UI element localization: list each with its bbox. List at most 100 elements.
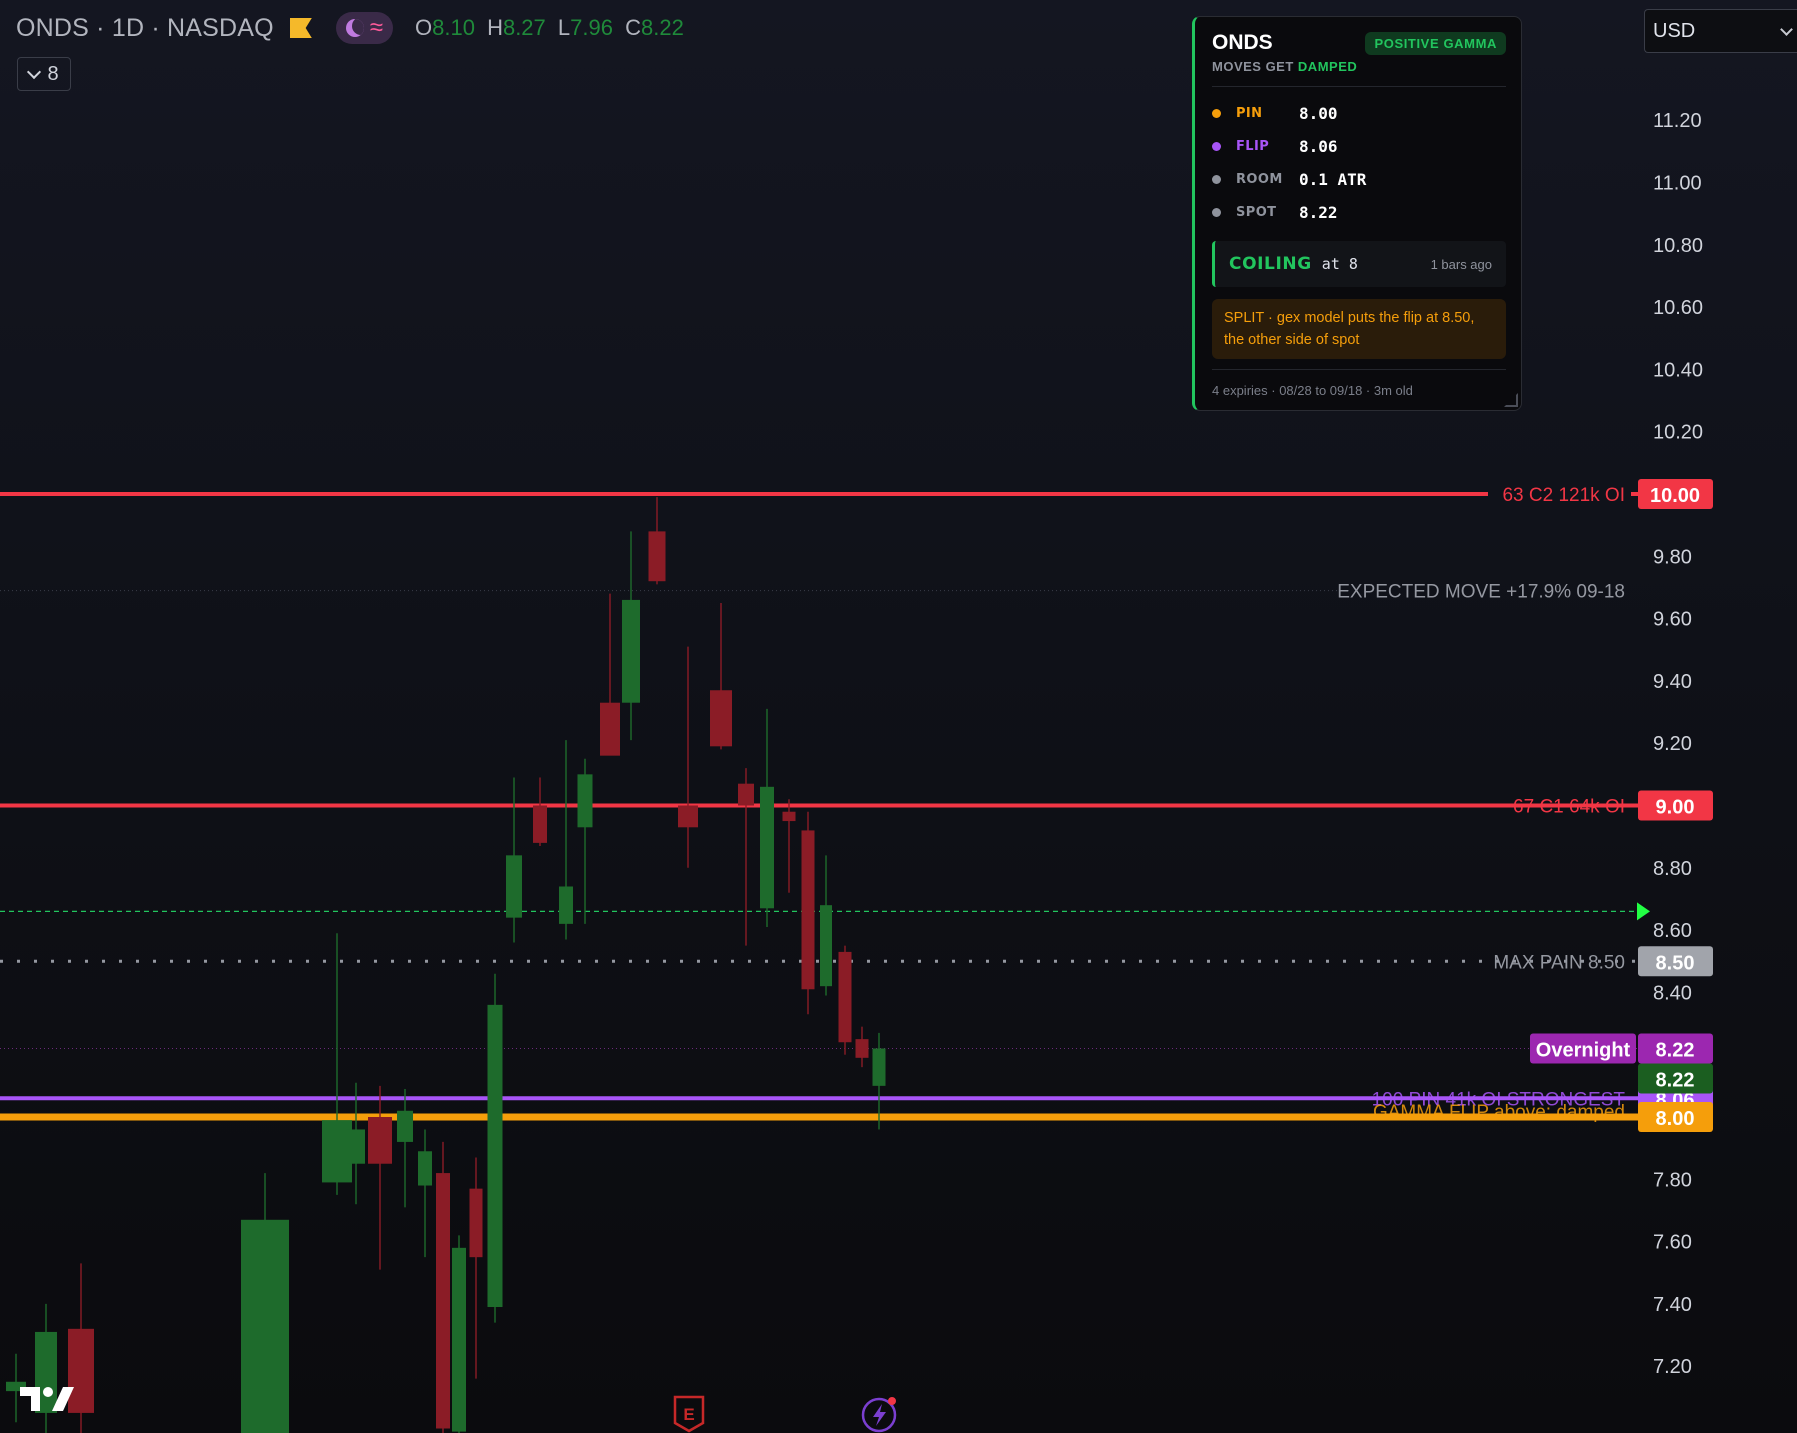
candles-layer [6, 497, 886, 1433]
y-tick-label: 11.20 [1653, 110, 1702, 132]
candle-body [622, 599, 640, 703]
split-note: SPLIT · gex model puts the flip at 8.50,… [1212, 299, 1506, 359]
y-tick-label: 9.60 [1653, 609, 1692, 631]
candle-body [469, 1188, 483, 1258]
y-tick-label: 9.40 [1653, 671, 1692, 693]
expected-move-label: EXPECTED MOVE +17.9% 09-18 [1337, 582, 1625, 603]
candle-body [487, 1004, 503, 1308]
gamma-badge: POSITIVE GAMMA [1365, 31, 1506, 55]
room-dot-icon [1212, 175, 1221, 184]
candle-body [782, 811, 796, 822]
coil-ago: 1 bars ago [1430, 256, 1492, 272]
y-tick-label: 7.80 [1653, 1169, 1692, 1191]
price-tag-label: 9.00 [1656, 797, 1695, 819]
candle-body [710, 690, 732, 747]
candle-body [347, 1129, 365, 1164]
alert-arrow-icon [1637, 902, 1650, 921]
price-axis: 11.20 11.00 10.80 10.60 10.40 10.20 9.80 9.60 9.… [1653, 110, 1703, 1378]
indicators-toggle-button[interactable]: 8 [17, 57, 71, 91]
panel-footer: 4 expiries · 08/28 to 09/18 · 3m old [1212, 369, 1506, 398]
candle-body [648, 531, 666, 582]
flip-dot-icon [1212, 142, 1221, 151]
low-value: 7.96 [570, 15, 613, 40]
y-tick-label: 9.80 [1653, 546, 1692, 568]
indicators-count: 8 [47, 62, 59, 85]
wave-icon: ≈ [369, 14, 383, 41]
symbol-title[interactable]: ONDS · 1D · NASDAQ [16, 14, 274, 43]
panel-subtitle: MOVES GET DAMPED [1212, 59, 1506, 87]
y-tick-label: 11.00 [1653, 173, 1702, 195]
pin-dot-icon [1212, 109, 1221, 118]
candle-body [533, 805, 547, 843]
lightning-icon[interactable] [861, 1395, 901, 1433]
candle-body [872, 1048, 886, 1086]
panel-row-flip: FLIP 8.06 [1212, 130, 1506, 163]
y-tick-label: 7.40 [1653, 1294, 1692, 1316]
level-label: GAMMA FLIP above: damped [1373, 1102, 1625, 1123]
gamma-panel[interactable]: ONDS POSITIVE GAMMA MOVES GET DAMPED PIN… [1192, 16, 1522, 411]
candle-body [506, 855, 522, 918]
panel-row-spot: SPOT 8.22 [1212, 196, 1506, 229]
chevron-down-icon [1780, 22, 1793, 36]
y-tick-label: 7.60 [1653, 1232, 1692, 1254]
candle-body [452, 1247, 466, 1432]
panel-row-room: ROOM 0.1 ATR [1212, 163, 1506, 196]
candle-body [801, 830, 815, 990]
candle-body [600, 702, 620, 756]
earnings-icon[interactable]: E [671, 1395, 707, 1433]
damped-state: DAMPED [1297, 59, 1358, 74]
candle-body [577, 774, 593, 828]
candle-body [368, 1117, 392, 1164]
svg-text:E: E [683, 1405, 694, 1424]
price-chart[interactable]: EXPECTED MOVE +17.9% 09-18 63 C2 121k OI 1… [0, 0, 1797, 1433]
high-value: 8.27 [502, 15, 546, 40]
open-value: 8.10 [432, 15, 475, 40]
coil-at: at 8 [1321, 255, 1358, 273]
panel-ticker: ONDS [1212, 31, 1273, 54]
panel-row-pin: PIN 8.00 [1212, 97, 1506, 130]
level-label: 67 C1 64k OI [1513, 797, 1625, 818]
y-tick-label: 8.60 [1653, 920, 1692, 942]
candle-body [838, 951, 852, 1043]
candle-body [678, 805, 698, 828]
y-tick-label: 10.20 [1653, 422, 1703, 444]
candle-body [241, 1219, 289, 1433]
currency-value: USD [1653, 19, 1696, 42]
candle-body [820, 905, 832, 987]
coiling-status: COILING at 8 1 bars ago [1212, 241, 1506, 287]
overnight-label: Overnight [1536, 1039, 1631, 1061]
overnight-price-label: 8.22 [1656, 1039, 1695, 1061]
chevron-down-icon [27, 64, 42, 79]
y-tick-label: 8.80 [1653, 858, 1692, 880]
ohlc-readout: O8.10 H8.27 L7.96 C8.22 [414, 15, 684, 40]
candle-body [436, 1173, 450, 1429]
spot-dot-icon [1212, 208, 1221, 217]
candle-body [559, 886, 573, 924]
chart-header: ONDS · 1D · NASDAQ ≈ O8.10 H8.27 L7.96 C… [16, 12, 684, 44]
candle-body [738, 783, 754, 806]
coil-word: COILING [1229, 254, 1312, 274]
y-tick-label: 8.40 [1653, 982, 1692, 1004]
price-tag-label: 8.00 [1656, 1108, 1695, 1130]
y-tick-label: 10.80 [1653, 235, 1703, 257]
moon-icon [345, 19, 364, 37]
resize-handle-icon[interactable] [1504, 393, 1518, 407]
candle-body [855, 1039, 869, 1058]
level-label: 63 C2 121k OI [1502, 485, 1625, 506]
panel-rows: PIN 8.00 FLIP 8.06 ROOM 0.1 ATR SPOT 8.2… [1212, 87, 1506, 233]
currency-select[interactable]: USD [1644, 9, 1797, 53]
price-tag-label: 8.50 [1656, 952, 1695, 974]
last-price-label: 8.22 [1656, 1069, 1695, 1091]
y-tick-label: 10.40 [1653, 359, 1703, 381]
y-tick-label: 10.60 [1653, 297, 1703, 319]
level-label: MAX PAIN 8.50 [1493, 952, 1625, 973]
indicator-pill[interactable]: ≈ [335, 12, 393, 44]
y-tick-label: 7.20 [1653, 1356, 1692, 1378]
tradingview-logo-icon[interactable] [18, 1383, 76, 1415]
flag-icon[interactable] [289, 18, 312, 38]
price-tag-label: 10.00 [1650, 485, 1700, 507]
candle-body [760, 786, 774, 909]
candle-body [418, 1151, 432, 1186]
y-tick-label: 9.20 [1653, 733, 1692, 755]
close-value: 8.22 [641, 15, 684, 40]
